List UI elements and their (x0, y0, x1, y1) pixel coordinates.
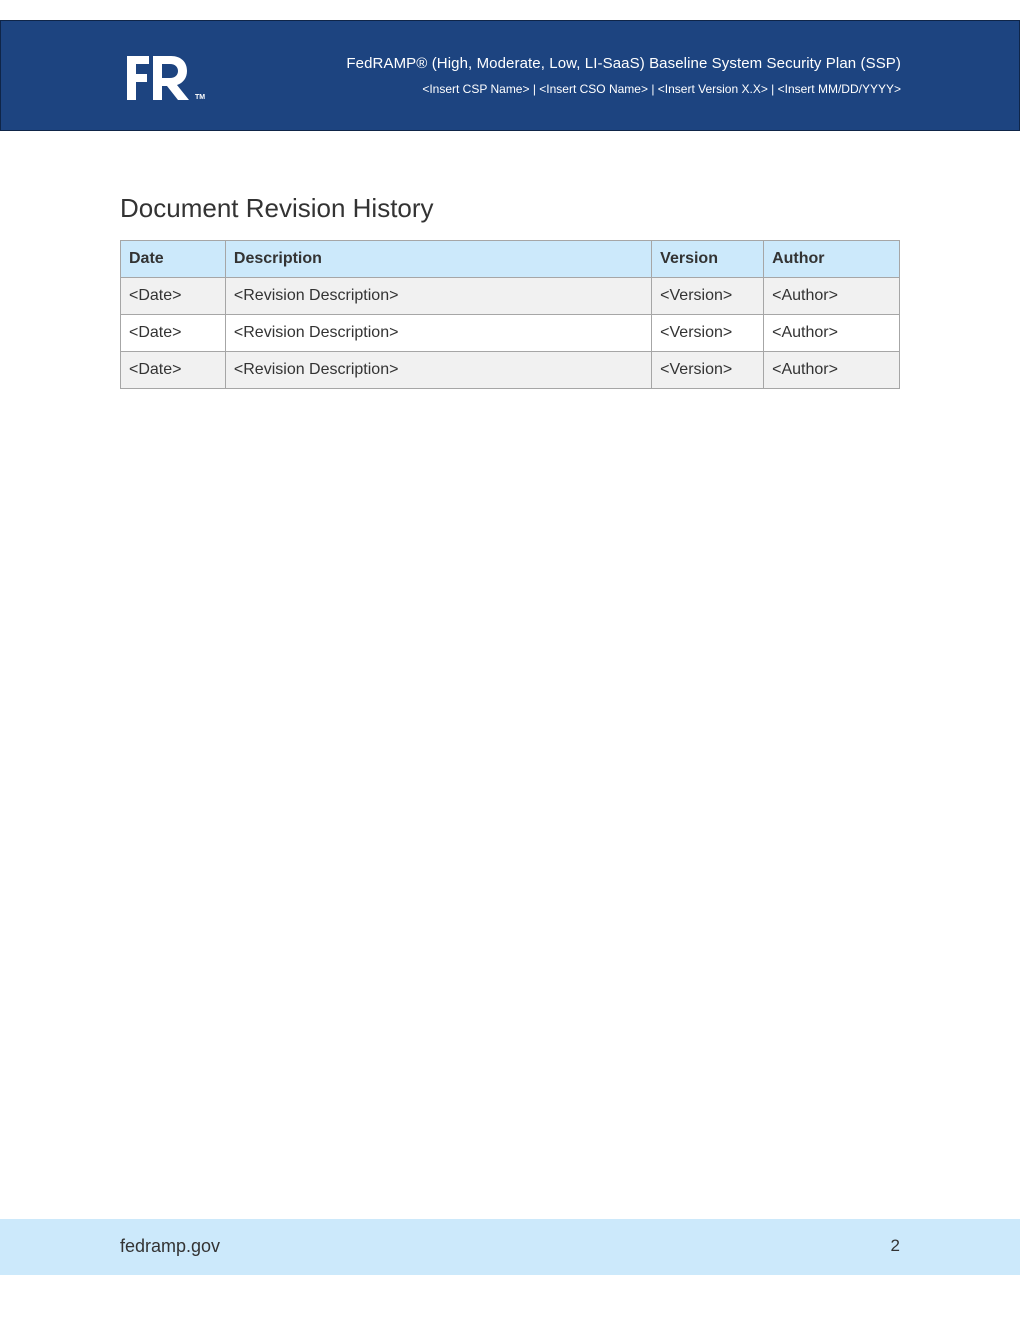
cell-date: <Date> (120, 314, 226, 352)
table-row: <Date> <Revision Description> <Version> … (120, 277, 900, 315)
svg-text:TM: TM (195, 94, 205, 101)
table-row: <Date> <Revision Description> <Version> … (120, 351, 900, 389)
cell-author: <Author> (763, 277, 900, 315)
section-title: Document Revision History (120, 193, 434, 223)
revision-history-table: Date Description Version Author <Date> <… (120, 240, 900, 389)
cell-date: <Date> (120, 277, 226, 315)
page-number: 2 (890, 1236, 900, 1255)
header-title: FedRAMP® (High, Moderate, Low, LI-SaaS) … (346, 55, 901, 72)
cell-author: <Author> (763, 351, 900, 389)
column-header-author: Author (763, 240, 900, 278)
cell-description: <Revision Description> (224, 351, 653, 389)
document-header: TM FedRAMP® (High, Moderate, Low, LI-Saa… (0, 20, 1020, 131)
cell-description: <Revision Description> (224, 314, 653, 352)
footer-site-link[interactable]: fedramp.gov (120, 1236, 220, 1257)
cell-description: <Revision Description> (224, 277, 653, 315)
cell-version: <Version> (651, 314, 765, 352)
cell-version: <Version> (651, 277, 765, 315)
table-header-row: Date Description Version Author (120, 240, 900, 278)
header-subtitle: <Insert CSP Name> | <Insert CSO Name> | … (422, 82, 901, 96)
cell-author: <Author> (763, 314, 900, 352)
column-header-date: Date (120, 240, 226, 278)
column-header-description: Description (224, 240, 653, 278)
cell-date: <Date> (120, 351, 226, 389)
document-footer: fedramp.gov 2 (0, 1219, 1020, 1275)
fedramp-logo: TM (127, 56, 205, 101)
table-row: <Date> <Revision Description> <Version> … (120, 314, 900, 352)
column-header-version: Version (651, 240, 765, 278)
cell-version: <Version> (651, 351, 765, 389)
